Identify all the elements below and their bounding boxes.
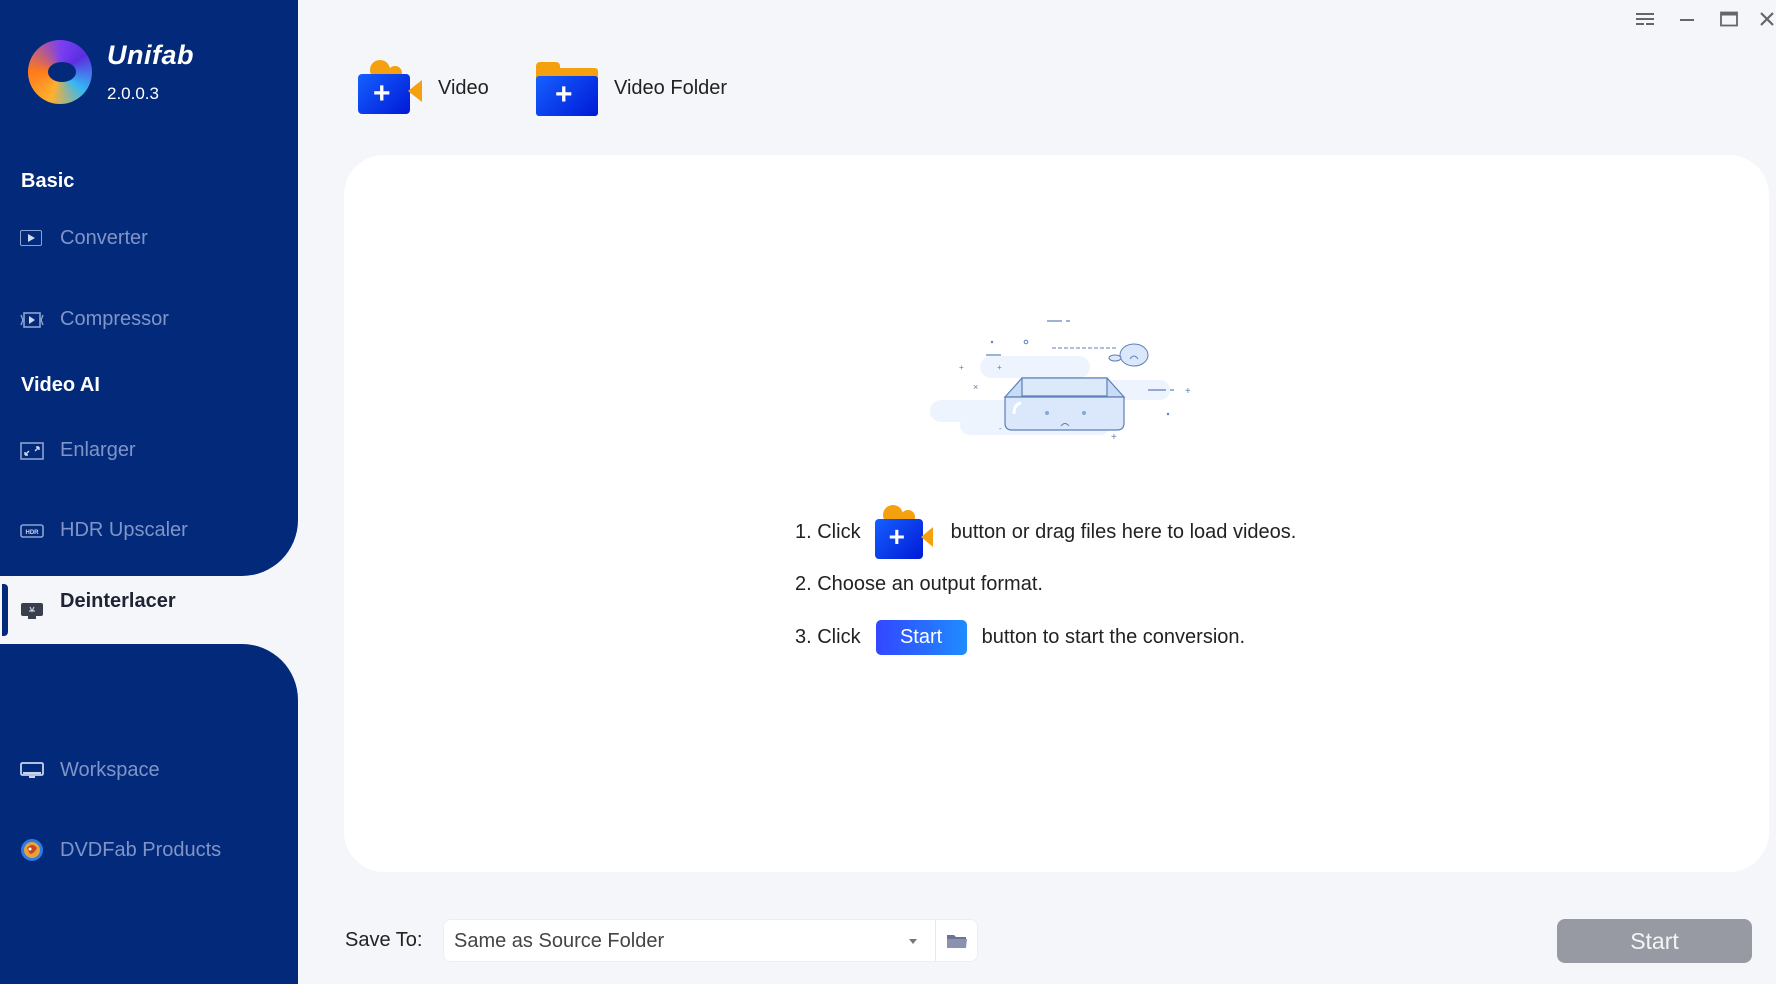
sidebar-item-label: Workspace <box>60 758 160 781</box>
browse-folder-button[interactable] <box>936 920 978 961</box>
sidebar-item-workspace[interactable]: Workspace <box>0 745 298 795</box>
add-video-icon: + <box>358 60 424 116</box>
svg-text:+: + <box>1111 432 1117 440</box>
step3-suffix: button to start the conversion. <box>981 626 1246 648</box>
add-video-button[interactable]: + Video <box>358 60 489 116</box>
sidebar-item-label: Enlarger <box>60 438 136 461</box>
sidebar-item-compressor[interactable]: Compressor <box>0 294 298 344</box>
sidebar-item-enlarger[interactable]: Enlarger <box>0 425 298 475</box>
close-icon <box>1760 12 1774 26</box>
svg-text:+: + <box>1185 386 1190 397</box>
folder-icon <box>947 934 967 948</box>
empty-box-illustration: + + × + - + <box>930 320 1190 440</box>
sidebar-item-label: Converter <box>60 226 148 249</box>
add-folder-label: Video Folder <box>614 76 728 99</box>
instruction-step-2: 2. Choose an output format. <box>795 573 1043 596</box>
step3-prefix: 3. Click <box>795 626 861 648</box>
svg-text:-: - <box>999 424 1002 433</box>
start-inline-badge: Start <box>875 620 967 655</box>
start-button[interactable]: Start <box>1557 919 1752 963</box>
sidebar-item-converter[interactable]: Converter <box>0 213 298 263</box>
step1-prefix: 1. Click <box>795 520 861 543</box>
add-folder-icon: + <box>536 60 598 116</box>
minimize-button[interactable] <box>1674 8 1700 30</box>
section-label-video-ai: Video AI <box>21 374 100 396</box>
step2-text: 2. Choose an output format. <box>795 573 1043 595</box>
save-to-value: Same as Source Folder <box>454 930 665 952</box>
instruction-step-1: 1. Click + button or drag files here to … <box>795 505 1296 559</box>
sidebar-item-label: HDR Upscaler <box>60 518 188 541</box>
save-to-label: Save To: <box>345 929 423 951</box>
sidebar-item-label: Deinterlacer <box>60 589 176 612</box>
minimize-icon <box>1680 19 1694 21</box>
app-name: Unifab <box>107 40 194 70</box>
step1-suffix: button or drag files here to load videos… <box>950 520 1297 543</box>
dvdfab-icon <box>20 838 44 862</box>
add-video-label: Video <box>438 76 489 99</box>
instruction-step-3: 3. Click Start button to start the conve… <box>795 620 1245 655</box>
chevron-down-icon[interactable] <box>909 939 917 944</box>
compressor-icon <box>20 311 44 328</box>
monitor-icon <box>20 762 44 778</box>
sidebar-item-dvdfab-products[interactable]: DVDFab Products <box>0 825 298 875</box>
save-to-dropdown[interactable]: Same as Source Folder <box>443 919 978 962</box>
sidebar-item-label: Compressor <box>60 307 169 330</box>
sidebar-item-hdr-upscaler[interactable]: HDR HDR Upscaler <box>0 505 298 555</box>
sidebar-item-deinterlacer[interactable]: Deinterlacer <box>0 576 298 636</box>
enlarger-icon <box>20 442 44 460</box>
sidebar: Unifab 2.0.0.3 Basic Converter Compresso… <box>0 0 298 984</box>
maximize-icon <box>1720 11 1738 27</box>
svg-text:+: + <box>959 363 964 372</box>
app-version: 2.0.0.3 <box>107 84 159 103</box>
sidebar-item-label: DVDFab Products <box>60 838 222 861</box>
menu-button[interactable] <box>1632 8 1658 30</box>
hdr-icon: HDR <box>20 522 44 538</box>
sidebar-bottom-panel <box>0 644 298 984</box>
unifab-logo-icon <box>28 40 92 104</box>
converter-icon <box>20 230 42 246</box>
section-label-basic: Basic <box>21 170 75 192</box>
menu-icon <box>1636 13 1654 25</box>
add-video-inline-button[interactable]: + <box>874 505 937 559</box>
close-button[interactable] <box>1758 8 1776 30</box>
add-folder-button[interactable]: + Video Folder <box>536 60 727 116</box>
svg-text:×: × <box>973 382 978 392</box>
deinterlacer-icon <box>20 602 43 619</box>
svg-text:HDR: HDR <box>26 530 40 536</box>
svg-text:+: + <box>997 363 1002 372</box>
active-indicator <box>2 584 8 636</box>
maximize-button[interactable] <box>1716 8 1742 30</box>
